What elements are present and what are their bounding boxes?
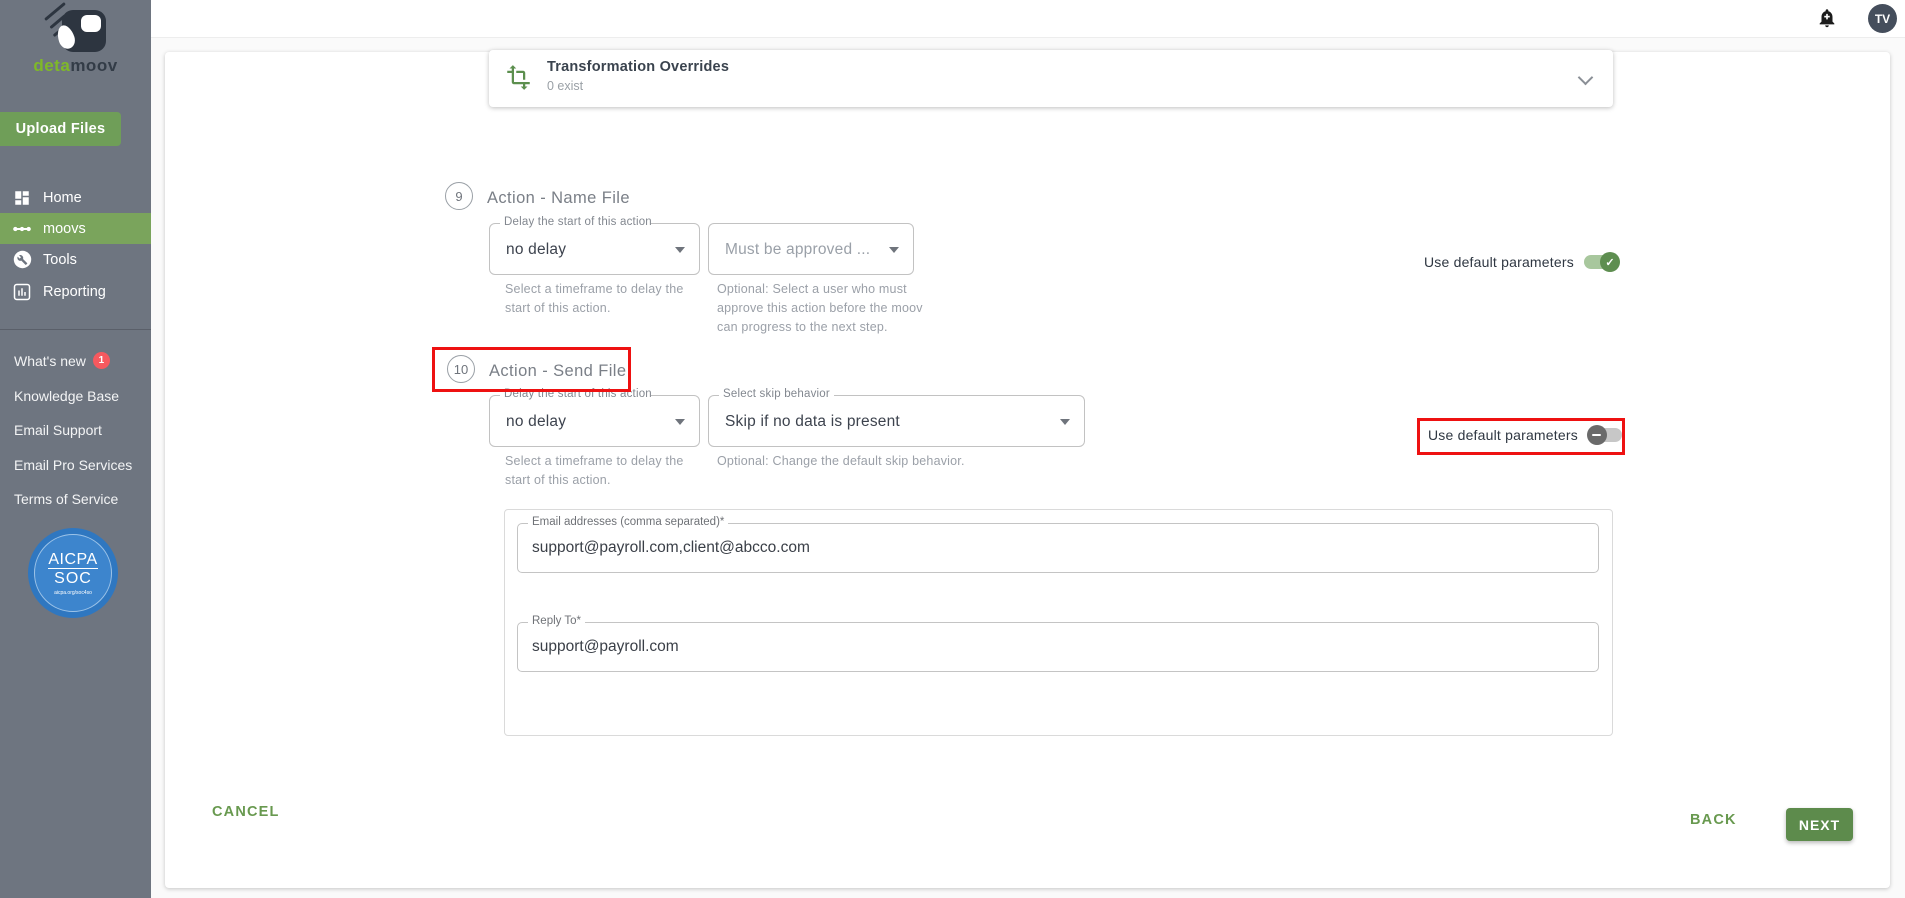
sidebar-item-label: Tools [43,252,77,268]
link-label: What's new [14,353,86,369]
step10-delay-helper: Select a timeframe to delay the start of… [505,452,700,490]
check-icon: ✓ [1600,252,1620,272]
soc-caption: aicpa.org/soc4so [54,590,92,596]
sidebar-item-label: moovs [43,221,86,237]
step9-delay-value: no delay [506,224,566,276]
step9-delay-helper: Select a timeframe to delay the start of… [505,280,700,318]
step9-title: Action - Name File [487,189,630,208]
step9-number: 9 [445,182,473,210]
dropdown-arrow-icon [1060,419,1070,425]
toggle-label: Use default parameters [1424,254,1574,270]
email-addresses-field: Email addresses (comma separated)* [517,523,1599,573]
dropdown-arrow-icon [675,419,685,425]
wordmark-dark: moov [70,56,117,75]
cancel-button[interactable]: CANCEL [212,804,280,820]
step10-default-parameters-toggle[interactable]: Use default parameters [1428,425,1624,445]
dropdown-arrow-icon [675,247,685,253]
sidebar-item-moovs[interactable]: moovs [0,213,151,244]
sidebar-link-whats-new[interactable]: What's new 1 [0,352,151,369]
accordion-subtitle: 0 exist [547,79,583,93]
sidebar-link-knowledge-base[interactable]: Knowledge Base [0,388,151,404]
notification-add-icon[interactable] [1815,7,1839,31]
step10-title: Action - Send File [489,362,626,381]
user-avatar[interactable]: TV [1868,4,1897,33]
step9-default-parameters-toggle[interactable]: Use default parameters ✓ [1424,252,1620,272]
step10-number: 10 [447,355,475,383]
reply-to-field: Reply To* [517,622,1599,672]
link-label: Terms of Service [14,491,118,507]
wordmark-green: deta [33,56,70,75]
dropdown-arrow-icon [889,247,899,253]
step10-skip-helper: Optional: Change the default skip behavi… [717,452,1137,471]
email-addresses-input[interactable] [532,524,1584,572]
soc-line1: AICPA [48,551,97,568]
next-button[interactable]: NEXT [1786,808,1853,841]
step9-approver-select[interactable]: Must be approved ... [708,223,914,275]
step10-skip-value: Skip if no data is present [725,396,900,448]
transformation-overrides-accordion[interactable]: Transformation Overrides 0 exist [489,50,1613,107]
step9-approver-placeholder: Must be approved ... [725,224,870,276]
sidebar-link-terms-of-service[interactable]: Terms of Service [0,491,151,507]
dots-icon [12,219,32,239]
sidebar-divider [0,329,151,330]
aicpa-soc-badge: AICPA SOC aicpa.org/soc4so [28,528,118,618]
minus-icon [1587,425,1607,445]
step10-delay-value: no delay [506,396,566,448]
step10-skip-behavior-select[interactable]: Select skip behavior Skip if no data is … [708,395,1085,447]
chevron-down-icon[interactable] [1578,70,1594,86]
sidebar-item-tools[interactable]: Tools [0,244,151,275]
sidebar-link-email-support[interactable]: Email Support [0,422,151,438]
toggle-off-switch[interactable] [1587,425,1624,445]
accordion-title: Transformation Overrides [547,59,729,75]
reply-to-input[interactable] [532,623,1584,671]
back-button[interactable]: BACK [1690,812,1737,828]
dashboard-icon [12,188,32,208]
transform-icon [505,64,532,91]
link-label: Email Pro Services [14,457,132,473]
whats-new-badge: 1 [93,352,110,369]
sidebar-link-email-pro-services[interactable]: Email Pro Services [0,457,151,473]
app-root: detamoov Upload Files Home moovs Tools R… [0,0,1905,898]
step10-delay-select[interactable]: Delay the start of this action no delay [489,395,700,447]
toggle-on-switch[interactable]: ✓ [1583,252,1620,272]
email-parameters-group: Email addresses (comma separated)* Reply… [504,509,1613,736]
brand-logo [0,4,151,56]
sidebar-item-reporting[interactable]: Reporting [0,276,151,307]
sidebar: detamoov Upload Files Home moovs Tools R… [0,0,151,898]
step9-approver-helper: Optional: Select a user who must approve… [717,280,935,337]
link-label: Knowledge Base [14,388,119,404]
topbar: TV [151,0,1905,38]
bar-chart-icon [12,282,32,302]
brand-wordmark: detamoov [0,56,151,76]
sidebar-item-home[interactable]: Home [0,182,151,213]
link-label: Email Support [14,422,102,438]
wrench-icon [12,250,32,270]
toggle-label: Use default parameters [1428,427,1578,443]
sidebar-item-label: Home [43,190,82,206]
soc-line2: SOC [48,568,98,588]
sidebar-item-label: Reporting [43,284,106,300]
upload-files-button[interactable]: Upload Files [0,112,121,146]
logo-mark-icon [62,10,106,52]
step9-delay-select[interactable]: Delay the start of this action no delay [489,223,700,275]
